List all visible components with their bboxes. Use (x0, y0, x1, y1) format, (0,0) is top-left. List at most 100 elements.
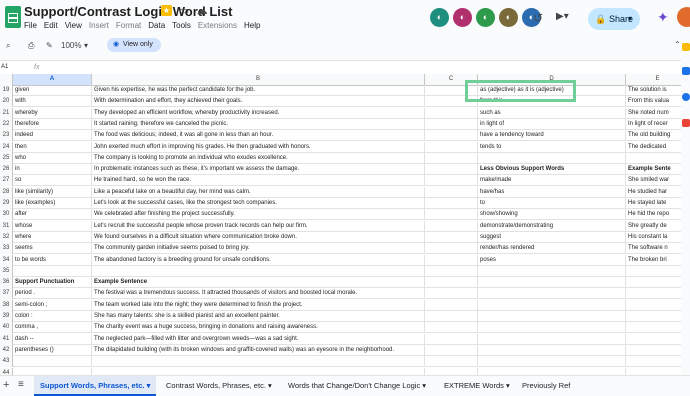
cell-a[interactable]: where (13, 231, 92, 243)
row-number[interactable]: 32 (0, 231, 13, 243)
cell-c[interactable] (425, 333, 478, 345)
row-number[interactable]: 40 (0, 322, 13, 334)
zoom-select[interactable]: 100% (61, 39, 81, 53)
row-number[interactable]: 41 (0, 333, 13, 345)
cell-b[interactable]: Let's recruit the successful people whos… (92, 220, 425, 232)
cell-b[interactable] (92, 367, 425, 375)
cell-d[interactable] (478, 322, 626, 334)
tab-menu-caret-icon[interactable]: ▾ (420, 381, 426, 390)
cell-d[interactable] (478, 367, 626, 375)
cell-b[interactable]: The dilapidated building (with its broke… (92, 344, 425, 356)
sheet-tab[interactable]: Words that Change/Don't Change Logic ▾ (282, 376, 432, 396)
cell-d[interactable] (478, 288, 626, 300)
tab-menu-caret-icon[interactable]: ▾ (144, 381, 151, 390)
cell-d[interactable]: tends to (478, 141, 626, 153)
cell-d[interactable] (478, 344, 626, 356)
cell-a[interactable]: then (13, 141, 92, 153)
menu-item-format[interactable]: Format (116, 21, 141, 30)
menu-item-extensions[interactable]: Extensions (198, 21, 237, 30)
cell-a[interactable]: therefore (13, 118, 92, 130)
cell-a[interactable]: indeed (13, 130, 92, 142)
cell-a[interactable] (13, 367, 92, 375)
cell-d[interactable] (478, 299, 626, 311)
cell-b[interactable]: She has many talents: she is a skilled p… (92, 311, 425, 322)
paint-format-icon[interactable]: ✎ (46, 39, 53, 53)
view-only-button[interactable]: ◉ View only (107, 38, 161, 52)
collaborator-avatar[interactable]: ◐ (430, 8, 449, 27)
cell-a[interactable]: period . (13, 288, 92, 300)
cell-c[interactable] (425, 311, 478, 322)
cell-d[interactable] (478, 356, 626, 368)
cell-d[interactable]: demonstrate/demonstrating (478, 220, 626, 232)
cell-b[interactable]: With determination and effort, they achi… (92, 96, 425, 108)
cell-d[interactable] (478, 152, 626, 164)
cell-c[interactable] (425, 356, 478, 368)
menu-item-file[interactable]: File (24, 21, 37, 30)
all-sheets-icon[interactable]: ≡ (18, 379, 24, 390)
row-number[interactable]: 26 (0, 164, 13, 176)
print-icon[interactable]: ⎙ (28, 39, 34, 53)
cell-a[interactable]: so (13, 175, 92, 187)
cell-b[interactable]: We found ourselves in a difficult situat… (92, 231, 425, 243)
cell-a[interactable]: colon : (13, 311, 92, 322)
cell-a[interactable]: who (13, 152, 92, 164)
row-number[interactable]: 34 (0, 254, 13, 266)
cell-a[interactable]: like (examples) (13, 198, 92, 209)
cell-b[interactable]: He trained hard, so he won the race. (92, 175, 425, 187)
cell-c[interactable] (425, 141, 478, 153)
cell-c[interactable] (425, 220, 478, 232)
cell-d[interactable] (478, 277, 626, 289)
row-number[interactable]: 22 (0, 118, 13, 130)
move-folder-icon[interactable]: ▭ (178, 5, 190, 17)
cell-c[interactable] (425, 164, 478, 176)
name-box[interactable]: A1 (0, 61, 25, 74)
cell-a[interactable]: like (similarity) (13, 186, 92, 198)
cell-c[interactable] (425, 198, 478, 209)
row-number[interactable]: 31 (0, 220, 13, 232)
tasks-icon[interactable] (682, 67, 690, 75)
sheet-tab[interactable]: Previously Ref (516, 376, 576, 396)
history-icon[interactable]: ↺ (533, 11, 547, 25)
row-number[interactable]: 30 (0, 209, 13, 221)
cell-b[interactable]: Example Sentence (92, 277, 425, 289)
cell-b[interactable]: The food was delicious; indeed, it was a… (92, 130, 425, 142)
row-number[interactable]: 42 (0, 344, 13, 356)
row-number[interactable]: 35 (0, 265, 13, 277)
star-icon[interactable]: ★ (161, 5, 172, 16)
maps-icon[interactable] (682, 119, 690, 127)
cell-b[interactable]: Given his expertise, he was the perfect … (92, 85, 425, 96)
sheets-logo-icon[interactable] (5, 6, 21, 28)
cell-a[interactable]: seems (13, 243, 92, 255)
cell-d[interactable]: have a tendency toward (478, 130, 626, 142)
cell-c[interactable] (425, 299, 478, 311)
row-number[interactable]: 33 (0, 243, 13, 255)
add-sheet-icon[interactable]: + (3, 379, 9, 391)
cell-a[interactable]: to be words (13, 254, 92, 266)
cell-a[interactable]: comma , (13, 322, 92, 334)
row-number[interactable]: 20 (0, 96, 13, 108)
menu-item-edit[interactable]: Edit (44, 21, 58, 30)
cell-b[interactable]: In problematic instances such as these, … (92, 164, 425, 176)
row-number[interactable]: 39 (0, 311, 13, 322)
cell-c[interactable] (425, 254, 478, 266)
share-button[interactable]: 🔒 Share (588, 8, 640, 30)
row-number[interactable]: 23 (0, 130, 13, 142)
cell-a[interactable]: whereby (13, 107, 92, 119)
menu-item-data[interactable]: Data (148, 21, 165, 30)
cell-c[interactable] (425, 186, 478, 198)
cell-d[interactable]: show/showing (478, 209, 626, 221)
tab-menu-caret-icon[interactable]: ▾ (504, 381, 510, 390)
collapse-menus-icon[interactable]: ⌃ (674, 40, 681, 49)
search-menus-icon[interactable]: ⌕ (6, 39, 10, 53)
cell-c[interactable] (425, 118, 478, 130)
sheet-tab[interactable]: EXTREME Words ▾ (438, 376, 516, 396)
column-header-a[interactable]: A (13, 74, 92, 85)
cell-b[interactable]: It started raining; therefore we cancele… (92, 118, 425, 130)
cell-a[interactable]: after (13, 209, 92, 221)
cell-b[interactable]: The community garden initiative seems po… (92, 243, 425, 255)
menu-item-help[interactable]: Help (244, 21, 260, 30)
collaborator-avatar[interactable]: ◐ (476, 8, 495, 27)
cell-d[interactable]: in light of (478, 118, 626, 130)
cell-c[interactable] (425, 231, 478, 243)
meet-icon[interactable]: ▶▾ (556, 11, 580, 22)
